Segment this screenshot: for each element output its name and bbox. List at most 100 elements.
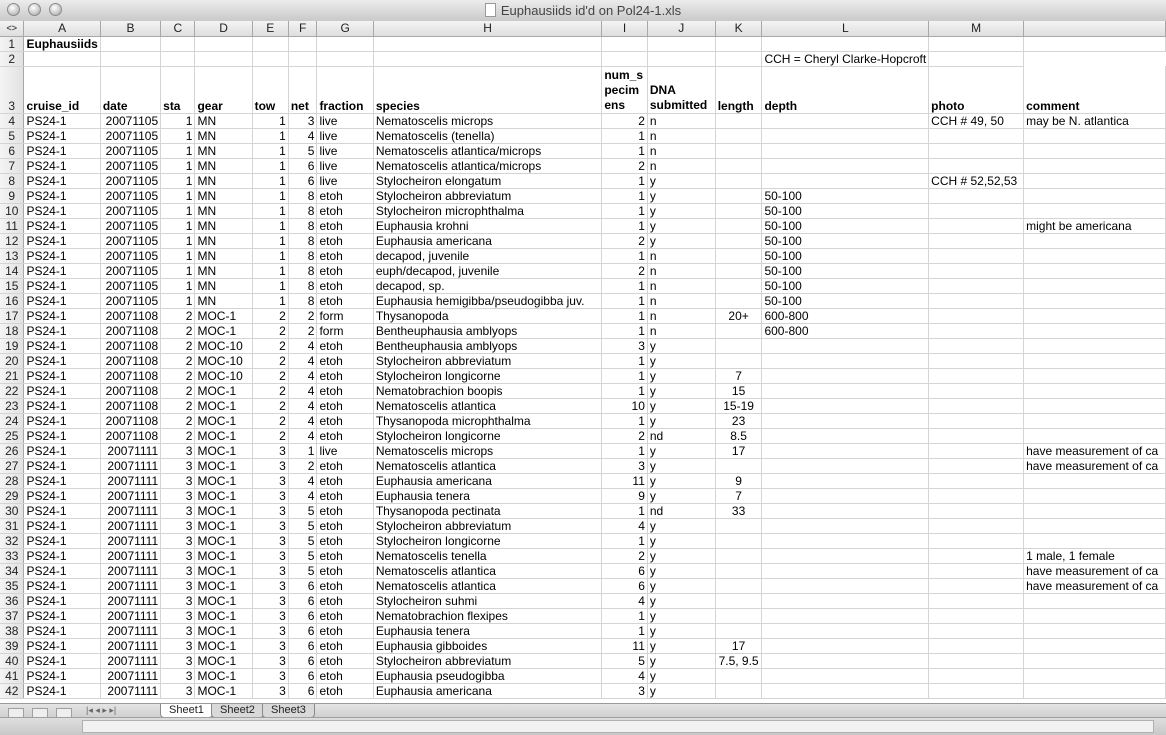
- cell[interactable]: 8: [288, 218, 318, 234]
- cell[interactable]: 20071105: [100, 203, 162, 219]
- cell[interactable]: [715, 533, 763, 549]
- column-header-a[interactable]: A: [23, 21, 101, 37]
- cell[interactable]: might be americana: [1023, 218, 1166, 234]
- cell[interactable]: [316, 51, 374, 67]
- cell[interactable]: 1: [252, 248, 289, 264]
- cell[interactable]: PS24-1: [23, 368, 101, 384]
- cell[interactable]: etoh: [316, 248, 374, 264]
- cell[interactable]: 1: [160, 188, 196, 204]
- cell[interactable]: MN: [194, 233, 253, 249]
- cell[interactable]: [715, 608, 763, 624]
- cell[interactable]: have measurement of ca: [1023, 563, 1166, 579]
- cell[interactable]: 3: [160, 518, 196, 534]
- cell[interactable]: [928, 218, 1025, 234]
- cell[interactable]: PS24-1: [23, 623, 101, 639]
- cell[interactable]: live: [316, 443, 374, 459]
- cell[interactable]: Euphausia krohni: [373, 218, 603, 234]
- cell[interactable]: 6: [288, 578, 318, 594]
- cell[interactable]: 3: [160, 473, 196, 489]
- cell[interactable]: [761, 518, 930, 534]
- row-header[interactable]: 40: [0, 653, 25, 669]
- cell[interactable]: [928, 323, 1025, 339]
- cell[interactable]: [928, 548, 1025, 564]
- cell[interactable]: 1: [601, 533, 648, 549]
- cell[interactable]: [100, 36, 162, 52]
- cell[interactable]: [761, 653, 930, 669]
- cell[interactable]: [928, 623, 1025, 639]
- cell[interactable]: [928, 473, 1025, 489]
- cell[interactable]: 3: [252, 638, 289, 654]
- cell[interactable]: Euphausia tenera: [373, 623, 603, 639]
- cell[interactable]: n: [647, 263, 716, 279]
- cell[interactable]: [761, 533, 930, 549]
- cell[interactable]: 9: [601, 488, 648, 504]
- cell[interactable]: [928, 36, 1025, 52]
- cell[interactable]: 3: [252, 578, 289, 594]
- cell[interactable]: [715, 293, 763, 309]
- cell[interactable]: 1: [252, 173, 289, 189]
- cell[interactable]: 3: [252, 518, 289, 534]
- cell[interactable]: 3: [252, 593, 289, 609]
- cell[interactable]: y: [647, 383, 716, 399]
- cell[interactable]: MOC-1: [194, 668, 253, 684]
- row-header[interactable]: 20: [0, 353, 25, 369]
- cell[interactable]: Euphausiids: [23, 36, 101, 52]
- cell[interactable]: 8: [288, 248, 318, 264]
- cell[interactable]: PS24-1: [23, 248, 101, 264]
- cell[interactable]: 2: [160, 413, 196, 429]
- cell[interactable]: 1: [601, 503, 648, 519]
- cell[interactable]: etoh: [316, 593, 374, 609]
- cell[interactable]: MN: [194, 263, 253, 279]
- cell[interactable]: live: [316, 113, 374, 129]
- cell[interactable]: 2: [252, 413, 289, 429]
- cell[interactable]: Stylocheiron abbreviatum: [373, 188, 603, 204]
- cell[interactable]: 20071105: [100, 113, 162, 129]
- cell[interactable]: decapod, sp.: [373, 278, 603, 294]
- cell[interactable]: [928, 653, 1025, 669]
- cell[interactable]: [715, 623, 763, 639]
- cell[interactable]: [1023, 683, 1166, 699]
- cell[interactable]: 6: [288, 593, 318, 609]
- cell[interactable]: 50-100: [761, 203, 930, 219]
- cell[interactable]: 3: [601, 338, 648, 354]
- cell[interactable]: [1023, 488, 1166, 504]
- cell[interactable]: 6: [288, 158, 318, 174]
- cell[interactable]: 8: [288, 188, 318, 204]
- cell[interactable]: 20071108: [100, 308, 162, 324]
- cell[interactable]: 1: [601, 443, 648, 459]
- cell[interactable]: 11: [601, 638, 648, 654]
- cell[interactable]: 3: [160, 593, 196, 609]
- cell[interactable]: MN: [194, 143, 253, 159]
- column-header-e[interactable]: E: [252, 21, 289, 37]
- cell[interactable]: 6: [288, 683, 318, 699]
- cell[interactable]: y: [647, 488, 716, 504]
- cell[interactable]: 3: [252, 653, 289, 669]
- cell[interactable]: y: [647, 578, 716, 594]
- cell[interactable]: Euphausia pseudogibba: [373, 668, 603, 684]
- column-header-d[interactable]: D: [194, 21, 253, 37]
- cell[interactable]: [928, 278, 1025, 294]
- cell[interactable]: 2: [601, 113, 648, 129]
- cell[interactable]: MN: [194, 218, 253, 234]
- cell[interactable]: MOC-1: [194, 503, 253, 519]
- cell[interactable]: etoh: [316, 293, 374, 309]
- cell[interactable]: 2: [252, 383, 289, 399]
- cell[interactable]: 20071111: [100, 503, 162, 519]
- cell[interactable]: MOC-1: [194, 608, 253, 624]
- cell[interactable]: PS24-1: [23, 473, 101, 489]
- cell[interactable]: [1023, 653, 1166, 669]
- cell[interactable]: 2: [252, 338, 289, 354]
- cell[interactable]: Nematoscelis microps: [373, 443, 603, 459]
- row-header[interactable]: 3: [0, 66, 25, 114]
- sheet-tab-sheet1[interactable]: Sheet1: [160, 704, 213, 718]
- cell[interactable]: 1: [601, 323, 648, 339]
- row-header[interactable]: 13: [0, 248, 25, 264]
- cell[interactable]: [715, 248, 763, 264]
- cell[interactable]: [194, 51, 253, 67]
- cell[interactable]: [761, 458, 930, 474]
- cell[interactable]: y: [647, 398, 716, 414]
- cell[interactable]: 50-100: [761, 263, 930, 279]
- cell[interactable]: etoh: [316, 503, 374, 519]
- cell[interactable]: 3: [160, 548, 196, 564]
- column-header-h[interactable]: H: [373, 21, 603, 37]
